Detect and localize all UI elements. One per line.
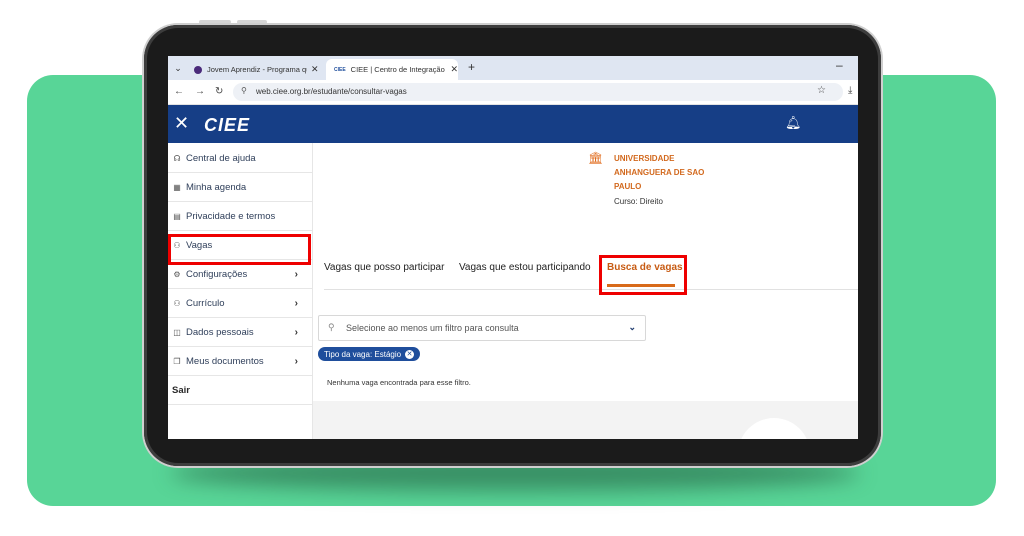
decorative-circle (738, 418, 810, 439)
documents-icon: ❐ (173, 357, 181, 366)
sidebar-item-sair[interactable]: Sair (168, 377, 312, 405)
university-name: UNIVERSIDADE ANHANGUERA DE SAO PAULO (614, 154, 705, 191)
chevron-right-icon: › (294, 298, 298, 309)
sidebar-menu: ☊ Central de ajuda ▦ Minha agenda ▤ Priv… (168, 143, 313, 439)
tab-search-icon[interactable]: ⌄ (171, 61, 185, 75)
sidebar-item-label: Central de ajuda (186, 153, 256, 164)
sidebar-item-label: Minha agenda (186, 182, 247, 193)
site-settings-icon[interactable]: ⚲ (241, 86, 247, 95)
sidebar-item-label: Privacidade e termos (186, 211, 276, 222)
tablet-screen: ⌄ Jovem Aprendiz - Programa que ✕ CIEE C… (168, 56, 858, 439)
reload-icon[interactable]: ↻ (215, 86, 223, 97)
course-label: Curso: Direito (614, 197, 663, 206)
bookmark-star-icon[interactable]: ☆ (817, 85, 826, 96)
minimize-button[interactable]: – (836, 58, 843, 72)
chevron-right-icon: › (294, 327, 298, 338)
ciee-logo[interactable]: CIEE (204, 115, 250, 136)
chevron-right-icon: › (294, 356, 298, 367)
university-icon: 🏛︎ (588, 151, 604, 165)
sidebar-item-minha-agenda[interactable]: ▦ Minha agenda (168, 174, 312, 202)
sidebar-item-meus-documentos[interactable]: ❐ Meus documentos › (168, 348, 312, 376)
filter-placeholder: Selecione ao menos um filtro para consul… (346, 323, 519, 333)
browser-tab-ciee[interactable]: CIEE CIEE | Centro de Integração Em ✕ (326, 59, 458, 80)
favicon-icon (194, 65, 202, 74)
chevron-down-icon: ⌄ (628, 322, 636, 332)
headset-icon: ☊ (173, 154, 181, 163)
gear-user-icon: ⚙ (173, 270, 181, 279)
tab-close-icon[interactable]: ✕ (450, 64, 458, 75)
search-icon: ⚲ (328, 322, 335, 332)
browser-toolbar: ← → ↻ ⚲ web.ciee.org.br/estudante/consul… (168, 80, 858, 105)
sidebar-item-central-de-ajuda[interactable]: ☊ Central de ajuda (168, 145, 312, 173)
sidebar-item-dados-pessoais[interactable]: ◫ Dados pessoais › (168, 319, 312, 347)
sidebar-item-label: Dados pessoais (186, 327, 254, 338)
back-icon[interactable]: ← (174, 86, 184, 97)
empty-results-message: Nenhuma vaga encontrada para esse filtro… (327, 378, 471, 387)
tab-title: Jovem Aprendiz - Programa que (207, 65, 307, 74)
sidebar-item-privacidade[interactable]: ▤ Privacidade e termos (168, 203, 312, 231)
tablet-button (199, 20, 231, 24)
sidebar-item-label: Configurações (186, 269, 248, 280)
ciee-favicon-icon: CIEE (334, 66, 346, 73)
sidebar-item-curriculo[interactable]: ⚇ Currículo › (168, 290, 312, 318)
address-bar[interactable]: ⚲ web.ciee.org.br/estudante/consultar-va… (233, 83, 843, 101)
url-text: web.ciee.org.br/estudante/consultar-vaga… (256, 87, 407, 96)
tab-title: CIEE | Centro de Integração Em (350, 65, 447, 74)
sidebar-item-label: Meus documentos (186, 356, 264, 367)
forward-icon[interactable]: → (195, 86, 205, 97)
tab-vagas-que-posso-participar[interactable]: Vagas que posso participar (324, 262, 444, 273)
main-content: 🏛︎ UNIVERSIDADE ANHANGUERA DE SAO PAULO … (313, 143, 858, 439)
chip-label: Tipo da vaga: Estágio (324, 349, 402, 359)
chevron-right-icon: › (294, 269, 298, 280)
content-card: 🏛︎ UNIVERSIDADE ANHANGUERA DE SAO PAULO … (313, 143, 858, 401)
calendar-icon: ▦ (173, 183, 181, 192)
filter-select[interactable]: ⚲ Selecione ao menos um filtro para cons… (318, 315, 646, 341)
tab-vagas-que-estou-participando[interactable]: Vagas que estou participando (459, 262, 591, 273)
chip-remove-icon[interactable]: ✕ (405, 349, 415, 359)
resume-icon: ⚇ (173, 299, 181, 308)
document-icon: ▤ (173, 212, 181, 221)
highlight-box-vagas (168, 234, 311, 265)
sidebar-item-label: Sair (172, 385, 190, 396)
sidebar-item-label: Currículo (186, 298, 225, 309)
highlight-box-busca (599, 255, 687, 295)
filter-chip-tipo-vaga[interactable]: Tipo da vaga: Estágio ✕ (318, 347, 421, 361)
new-tab-button[interactable]: + (468, 60, 475, 74)
download-icon[interactable]: ⤓ (848, 85, 852, 96)
tablet-button (237, 20, 267, 24)
browser-tab-jovem-aprendiz[interactable]: Jovem Aprendiz - Programa que ✕ (186, 59, 320, 80)
sidebar-item-configuracoes[interactable]: ⚙ Configurações › (168, 261, 312, 289)
notifications-bell-icon[interactable]: 🔔︎ (785, 115, 802, 131)
app-header: ✕ CIEE 🔔︎ (168, 105, 858, 143)
close-menu-icon[interactable]: ✕ (174, 113, 189, 134)
tabs-divider (324, 289, 858, 290)
id-icon: ◫ (173, 328, 181, 337)
browser-tab-bar: ⌄ Jovem Aprendiz - Programa que ✕ CIEE C… (168, 56, 858, 80)
tab-close-icon[interactable]: ✕ (311, 64, 319, 75)
